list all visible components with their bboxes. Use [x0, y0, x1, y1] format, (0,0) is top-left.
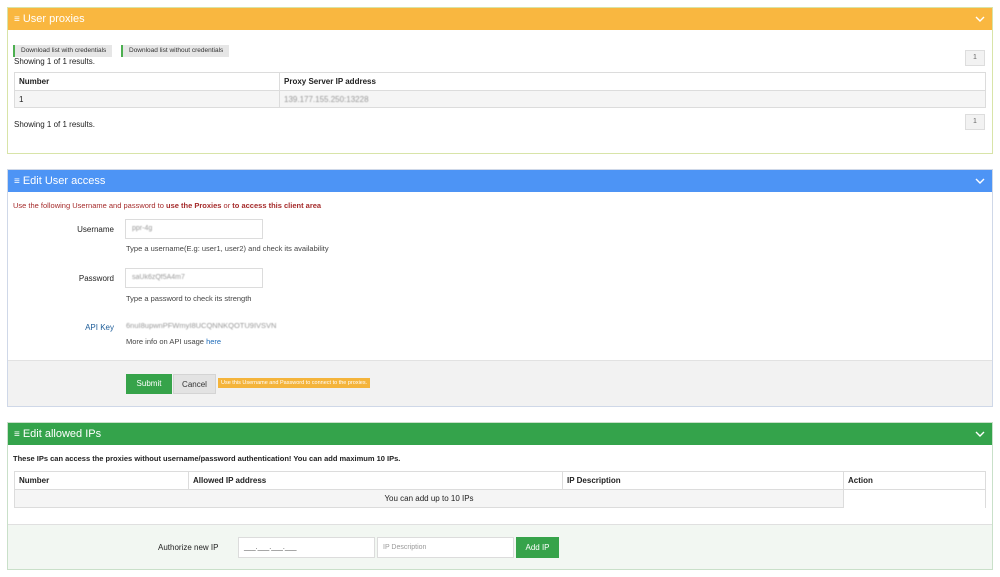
column-header-number: Number	[14, 72, 280, 91]
username-input[interactable]: ppr-4g	[125, 219, 263, 239]
notice-text-or: or	[221, 201, 233, 210]
table-header-row: Number Allowed IP address IP Description…	[14, 471, 986, 490]
pagination-page-bottom[interactable]: 1	[965, 114, 985, 130]
menu-icon: ≡	[14, 175, 20, 187]
edit-user-access-header[interactable]: ≡ Edit User access	[8, 170, 992, 192]
results-summary-bottom: Showing 1 of 1 results.	[14, 120, 95, 129]
proxies-table: Number Proxy Server IP address 1 139.177…	[14, 72, 986, 108]
user-proxies-header[interactable]: ≡ User proxies	[8, 8, 992, 30]
column-header-number: Number	[14, 471, 189, 490]
chevron-down-icon[interactable]	[974, 428, 986, 440]
download-without-credentials-button[interactable]: Download list without credentials	[121, 45, 230, 57]
chevron-down-icon[interactable]	[974, 175, 986, 187]
username-label: Username	[77, 225, 114, 234]
ip-address-input[interactable]: ___.___.___.___	[238, 537, 375, 558]
ip-description-input[interactable]: IP Description	[377, 537, 514, 558]
allowed-ips-table: Number Allowed IP address IP Description…	[14, 471, 986, 508]
empty-row-message: You can add up to 10 IPs	[14, 489, 844, 508]
api-key-label[interactable]: API Key	[14, 323, 114, 332]
submit-button[interactable]: Submit	[126, 374, 172, 394]
table-row: You can add up to 10 IPs	[14, 489, 986, 508]
edit-user-access-title: Edit User access	[22, 175, 106, 187]
api-usage-link[interactable]: here	[206, 337, 221, 346]
connect-hint-badge: Use this Username and Password to connec…	[218, 378, 371, 388]
results-summary-top: Showing 1 of 1 results.	[14, 57, 95, 66]
column-header-allowed-ip: Allowed IP address	[188, 471, 563, 490]
notice-use-proxies: use the Proxies	[166, 201, 222, 210]
form-actions: Submit Cancel Use this Username and Pass…	[8, 360, 992, 406]
username-value: ppr-4g	[132, 225, 153, 232]
user-proxies-title: User proxies	[22, 13, 85, 25]
password-value: saUk6zQf5A4m7	[132, 274, 185, 281]
add-ip-button[interactable]: Add IP	[516, 537, 559, 558]
menu-icon: ≡	[14, 428, 20, 440]
api-key-help-text: More info on API usage	[126, 337, 207, 346]
password-label: Password	[78, 274, 114, 283]
download-with-credentials-button[interactable]: Download list with credentials	[13, 45, 113, 57]
column-header-action: Action	[843, 471, 986, 490]
username-help: Type a username(E.g: user1, user2) and c…	[126, 244, 329, 253]
cancel-button[interactable]: Cancel	[173, 374, 216, 394]
notice-text: Use the following Username and password …	[13, 201, 166, 210]
allowed-ips-notice: These IPs can access the proxies without…	[13, 454, 401, 463]
column-header-ip-description: IP Description	[562, 471, 844, 490]
authorize-ip-form: Authorize new IP ___.___.___.___ IP Desc…	[8, 524, 992, 569]
column-header-proxy-ip: Proxy Server IP address	[279, 72, 986, 91]
edit-allowed-ips-header[interactable]: ≡ Edit allowed IPs	[8, 423, 992, 445]
authorize-new-ip-label: Authorize new IP	[158, 543, 219, 552]
menu-icon: ≡	[14, 13, 20, 25]
password-input[interactable]: saUk6zQf5A4m7	[125, 268, 263, 288]
chevron-down-icon[interactable]	[974, 13, 986, 25]
password-help: Type a password to check its strength	[126, 294, 252, 303]
api-key-help: More info on API usage here	[126, 337, 221, 346]
api-key-value: 6nuI8upwnPFWmyI8UCQNNKQOTU9IVSVN	[126, 321, 277, 330]
row-proxy-ip: 139.177.155.250:13228	[279, 90, 986, 108]
row-number: 1	[14, 90, 280, 108]
edit-user-access-panel: ≡ Edit User access Use the following Use…	[7, 169, 993, 407]
table-row: 1 139.177.155.250:13228	[14, 90, 986, 108]
notice-client-area: to access this client area	[232, 201, 322, 210]
credentials-notice: Use the following Username and password …	[13, 201, 321, 210]
table-header-row: Number Proxy Server IP address	[14, 72, 986, 91]
edit-allowed-ips-panel: ≡ Edit allowed IPs These IPs can access …	[7, 422, 993, 570]
edit-allowed-ips-title: Edit allowed IPs	[22, 428, 102, 440]
user-proxies-panel: ≡ User proxies Download list with creden…	[7, 7, 993, 154]
pagination-page-top[interactable]: 1	[965, 50, 985, 66]
action-cell	[843, 489, 986, 508]
